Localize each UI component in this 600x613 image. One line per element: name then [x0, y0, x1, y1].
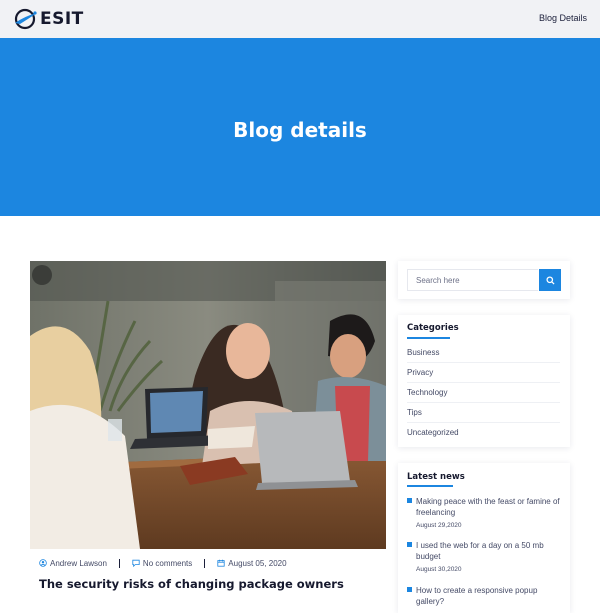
- news-item-date: August 29,2020: [416, 522, 462, 529]
- search-button[interactable]: [539, 269, 561, 291]
- page-title: Blog details: [233, 118, 367, 142]
- meta-divider: [204, 558, 206, 568]
- category-link-tips[interactable]: Tips: [407, 408, 560, 423]
- post-comments[interactable]: No comments: [132, 559, 192, 568]
- user-icon: [39, 559, 47, 567]
- latest-news-widget: Latest news Making peace with the feast …: [398, 463, 570, 613]
- news-bullet: [407, 587, 412, 592]
- news-bullet: [407, 542, 412, 547]
- categories-widget: Categories Business Privacy Technology T…: [398, 315, 570, 447]
- calendar-icon: [217, 559, 225, 567]
- logo-swoosh-icon: [14, 8, 37, 30]
- news-bullet: [407, 498, 412, 503]
- categories-title-underline: [407, 337, 450, 339]
- site-logo[interactable]: ESIT: [14, 8, 84, 30]
- news-item-date: August 30,2020: [416, 566, 462, 573]
- category-link-business[interactable]: Business: [407, 348, 560, 363]
- search-icon: [545, 275, 555, 285]
- logo-text: ESIT: [40, 9, 84, 29]
- news-item-title[interactable]: How to create a responsive popup gallery…: [416, 585, 564, 607]
- category-link-uncategorized[interactable]: Uncategorized: [407, 428, 560, 442]
- hero-banner: Blog details: [0, 38, 600, 216]
- post-comments-count: No comments: [142, 558, 193, 568]
- post-title[interactable]: The security risks of changing package o…: [39, 577, 344, 591]
- latest-news-title: Latest news: [407, 472, 465, 482]
- news-item-title[interactable]: Making peace with the feast or famine of…: [416, 496, 564, 518]
- post-author[interactable]: Andrew Lawson: [39, 559, 107, 568]
- post-author-name: Andrew Lawson: [50, 558, 107, 568]
- categories-title: Categories: [407, 323, 459, 333]
- meta-divider: [118, 558, 120, 568]
- news-item-title[interactable]: I used the web for a day on a 50 mb budg…: [416, 540, 564, 562]
- search-input[interactable]: [407, 269, 538, 291]
- post-meta: Andrew Lawson No comments August 05, 202…: [39, 557, 287, 569]
- comment-icon: [132, 559, 140, 567]
- post-date: August 05, 2020: [217, 558, 287, 568]
- category-link-privacy[interactable]: Privacy: [407, 368, 560, 383]
- top-navbar: ESIT Blog Details: [0, 0, 600, 38]
- post-featured-image: [30, 261, 386, 549]
- category-link-technology[interactable]: Technology: [407, 388, 560, 403]
- nav-link-blog-details[interactable]: Blog Details: [539, 13, 587, 23]
- latest-news-title-underline: [407, 485, 453, 487]
- post-date-text: August 05, 2020: [228, 558, 287, 568]
